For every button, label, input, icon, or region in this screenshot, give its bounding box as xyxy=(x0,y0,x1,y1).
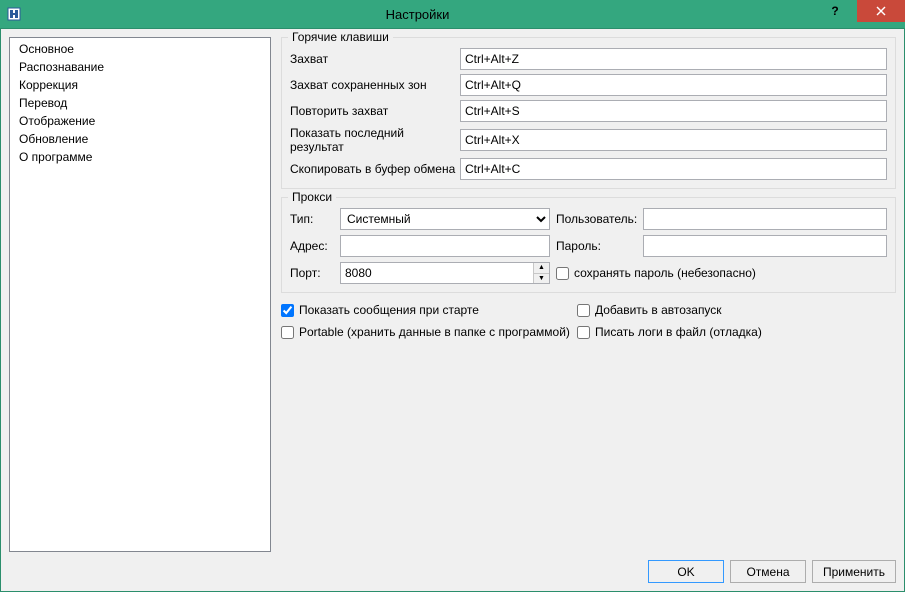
proxy-type-select[interactable]: Системный xyxy=(340,208,550,230)
proxy-password-label: Пароль: xyxy=(556,239,637,253)
window-title: Настройки xyxy=(22,7,813,22)
portable-label: Portable (хранить данные в папке с прогр… xyxy=(299,325,570,339)
proxy-user-input[interactable] xyxy=(643,208,887,230)
proxy-port-spin[interactable]: ▲ ▼ xyxy=(340,262,550,284)
show-messages-label: Показать сообщения при старте xyxy=(299,303,479,317)
hotkey-repeat-input[interactable] xyxy=(460,100,887,122)
sidebar-item-display[interactable]: Отображение xyxy=(11,112,269,130)
sidebar-item-recognition[interactable]: Распознавание xyxy=(11,58,269,76)
sidebar: Основное Распознавание Коррекция Перевод… xyxy=(9,37,271,552)
proxy-type-label: Тип: xyxy=(290,212,334,226)
proxy-save-password-label: сохранять пароль (небезопасно) xyxy=(574,266,756,280)
hotkey-capture-label: Захват xyxy=(290,52,460,66)
hotkey-saved-input[interactable] xyxy=(460,74,887,96)
proxy-port-input[interactable] xyxy=(341,263,533,283)
show-messages-checkbox[interactable] xyxy=(281,304,294,317)
sidebar-item-about[interactable]: О программе xyxy=(11,148,269,166)
sidebar-item-update[interactable]: Обновление xyxy=(11,130,269,148)
sidebar-item-main[interactable]: Основное xyxy=(11,40,269,58)
ok-button[interactable]: OK xyxy=(648,560,724,583)
hotkey-repeat-label: Повторить захват xyxy=(290,104,460,118)
portable-checkbox[interactable] xyxy=(281,326,294,339)
cancel-button[interactable]: Отмена xyxy=(730,560,806,583)
proxy-save-password-checkbox[interactable] xyxy=(556,267,569,280)
hotkeys-group: Горячие клавиши Захват Захват сохраненны… xyxy=(281,37,896,189)
help-button[interactable]: ? xyxy=(813,0,857,22)
close-button[interactable] xyxy=(857,0,905,22)
hotkey-copy-input[interactable] xyxy=(460,158,887,180)
spin-down-icon[interactable]: ▼ xyxy=(534,274,549,284)
sidebar-item-correction[interactable]: Коррекция xyxy=(11,76,269,94)
sidebar-item-translate[interactable]: Перевод xyxy=(11,94,269,112)
proxy-address-label: Адрес: xyxy=(290,239,334,253)
hotkey-capture-input[interactable] xyxy=(460,48,887,70)
hotkey-last-input[interactable] xyxy=(460,129,887,151)
proxy-group-title: Прокси xyxy=(288,190,336,204)
titlebar: Настройки ? xyxy=(0,0,905,28)
proxy-user-label: Пользователь: xyxy=(556,212,637,226)
write-logs-label: Писать логи в файл (отладка) xyxy=(595,325,762,339)
proxy-group: Прокси Тип: Системный Пользователь: Адре… xyxy=(281,197,896,293)
hotkey-saved-label: Захват сохраненных зон xyxy=(290,78,460,92)
hotkey-last-label: Показать последний результат xyxy=(290,126,460,154)
hotkeys-group-title: Горячие клавиши xyxy=(288,30,393,44)
proxy-password-input[interactable] xyxy=(643,235,887,257)
proxy-address-input[interactable] xyxy=(340,235,550,257)
autostart-checkbox[interactable] xyxy=(577,304,590,317)
write-logs-checkbox[interactable] xyxy=(577,326,590,339)
spin-up-icon[interactable]: ▲ xyxy=(534,263,549,274)
apply-button[interactable]: Применить xyxy=(812,560,896,583)
hotkey-copy-label: Скопировать в буфер обмена xyxy=(290,162,460,176)
app-icon xyxy=(6,6,22,22)
autostart-label: Добавить в автозапуск xyxy=(595,303,722,317)
proxy-port-label: Порт: xyxy=(290,266,334,280)
